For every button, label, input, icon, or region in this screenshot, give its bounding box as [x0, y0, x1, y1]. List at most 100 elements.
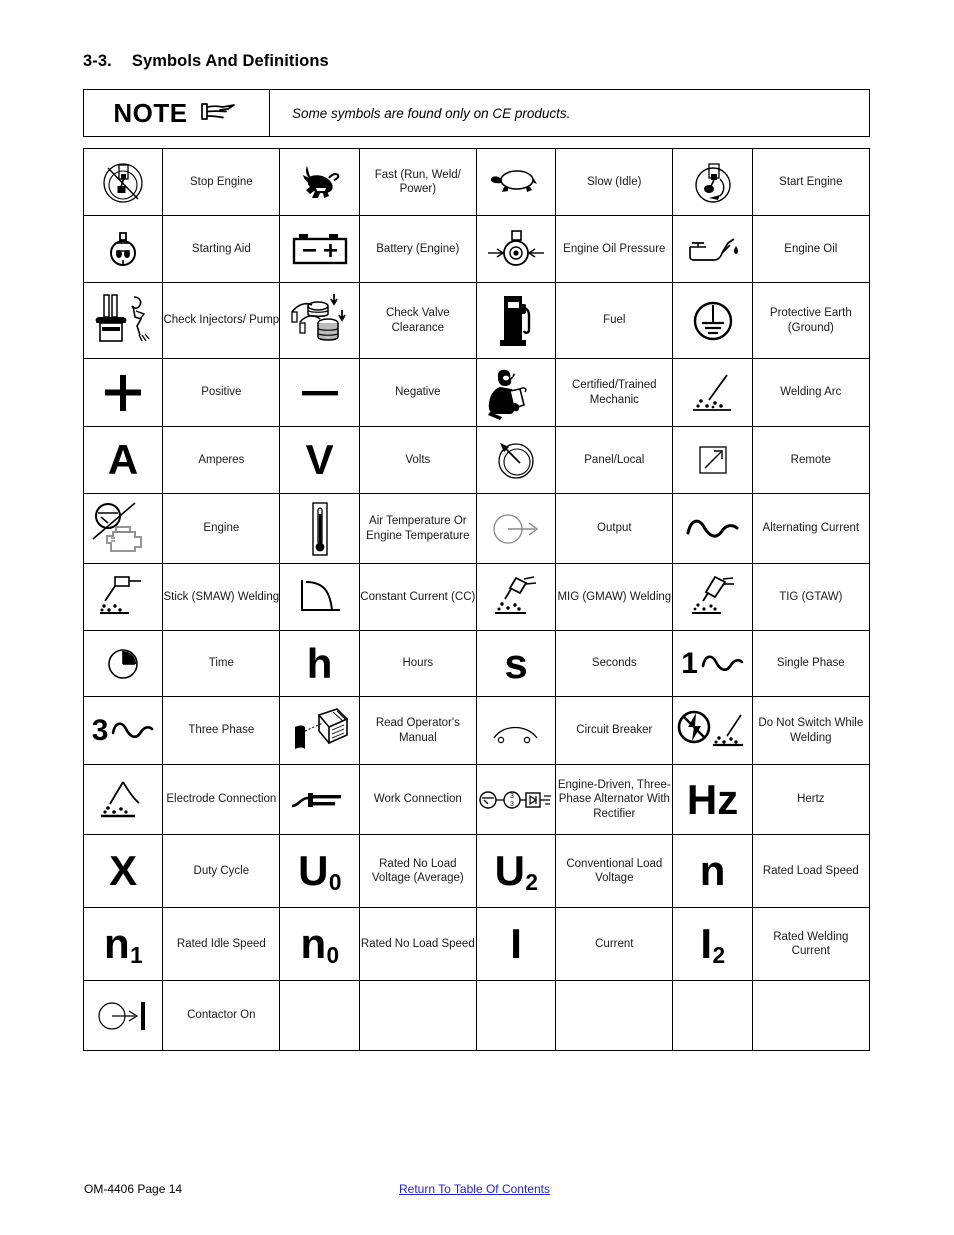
footer-page-id: OM-4406 Page 14 — [84, 1182, 183, 1196]
icon-cell — [475, 358, 557, 427]
i-two-icon: I2 — [673, 918, 751, 970]
icon-cell: n — [672, 834, 753, 908]
constant-current-curve-icon — [280, 571, 358, 623]
subscript-zero: 0 — [326, 941, 340, 968]
icon-cell — [279, 696, 360, 765]
sine-wave-icon — [701, 655, 744, 671]
icon-cell-empty — [475, 980, 557, 1051]
symbol-label: Panel/Local — [555, 426, 674, 494]
certified-mechanic-icon — [477, 365, 555, 421]
letter-v-icon: V — [280, 434, 358, 486]
symbol-label: Starting Aid — [162, 215, 281, 283]
alternating-current-sine-icon — [673, 503, 751, 555]
panel-local-dial-icon — [477, 434, 555, 486]
remote-arrow-icon — [673, 434, 751, 486]
symbol-label: Air Temperature Or Engine Temperature — [358, 493, 477, 564]
symbol-label: Engine Oil — [751, 215, 871, 283]
symbol-label: Fuel — [555, 282, 674, 359]
svg-text:3: 3 — [510, 793, 514, 800]
symbol-label: Stick (SMAW) Welding — [162, 563, 281, 631]
return-to-table-of-contents-link[interactable]: Return To Table Of Contents — [399, 1182, 550, 1196]
icon-cell: s — [475, 630, 557, 697]
symbol-label: Protective Earth (Ground) — [751, 282, 871, 359]
icon-cell — [82, 980, 164, 1051]
icon-cell — [672, 282, 753, 359]
symbol-label: Alternating Current — [751, 493, 871, 564]
symbol-label: Engine-Driven, Three-Phase Alternator Wi… — [555, 764, 674, 835]
table-row: Starting Aid Battery (Engine) Engine Oil… — [82, 215, 871, 283]
thermometer-icon — [280, 500, 358, 558]
icon-cell — [475, 215, 557, 283]
letter-x-glyph: X — [109, 847, 138, 894]
table-row: Stick (SMAW) Welding Constant Current (C… — [82, 563, 871, 631]
symbol-label: Contactor On — [162, 980, 281, 1051]
symbol-label: Seconds — [555, 630, 674, 697]
icon-cell — [82, 148, 164, 216]
icon-cell — [82, 215, 164, 283]
n-one-icon: n1 — [84, 918, 162, 970]
clock-time-icon — [84, 638, 162, 690]
letter-h-icon: h — [280, 638, 358, 690]
symbol-label: Time — [162, 630, 281, 697]
check-injectors-pump-icon — [84, 289, 162, 353]
symbol-label: Engine — [162, 493, 281, 564]
symbol-label: Circuit Breaker — [555, 696, 674, 765]
rabbit-fast-icon — [280, 156, 358, 208]
icon-cell — [475, 426, 557, 494]
symbol-label: Fast (Run, Weld/ Power) — [358, 148, 477, 216]
protective-earth-ground-icon — [673, 295, 751, 347]
battery-icon — [280, 223, 358, 275]
symbol-label: Work Connection — [358, 764, 477, 835]
letter-a-glyph: A — [107, 436, 139, 483]
symbol-label-empty — [751, 980, 871, 1051]
page-title: 3-3. Symbols And Definitions — [83, 52, 329, 71]
icon-cell-empty — [672, 980, 753, 1051]
note-word: NOTE — [113, 98, 188, 128]
stick-smaw-welding-icon — [84, 571, 162, 623]
letter-n-icon: n — [673, 845, 751, 897]
symbol-label: Single Phase — [751, 630, 871, 697]
icon-cell: n0 — [279, 907, 360, 981]
subscript-zero: 0 — [328, 868, 342, 895]
symbol-label: Constant Current (CC) — [358, 563, 477, 631]
symbol-label: Check Valve Clearance — [358, 282, 477, 359]
note-text-area: Some symbols are found only on CE produc… — [270, 90, 869, 136]
u-base-glyph: U — [494, 847, 525, 894]
letter-s-icon: s — [477, 638, 555, 690]
symbol-label: Certified/Trained Mechanic — [555, 358, 674, 427]
letter-x-icon: X — [84, 845, 162, 897]
icon-cell — [279, 215, 360, 283]
icon-cell: n1 — [82, 907, 164, 981]
icon-cell — [82, 358, 164, 427]
do-not-switch-while-welding-icon — [673, 705, 751, 757]
symbol-label: Amperes — [162, 426, 281, 494]
n-zero-icon: n0 — [280, 918, 358, 970]
symbol-label: Start Engine — [751, 148, 871, 216]
letter-n-glyph: n — [699, 847, 726, 894]
icon-cell: 3 — [82, 696, 164, 765]
document-page: 3-3. Symbols And Definitions NOTE Some sy… — [0, 0, 954, 1235]
symbol-label: Check Injectors/ Pump — [162, 282, 281, 359]
single-phase-icon: 1 — [681, 638, 744, 690]
engine-icon — [84, 501, 162, 557]
output-circle-arrow-icon — [477, 503, 555, 555]
symbol-label: Engine Oil Pressure — [555, 215, 674, 283]
icon-cell: 3 3 — [475, 764, 557, 835]
icon-cell: h — [279, 630, 360, 697]
subscript-one: 1 — [130, 941, 143, 968]
icon-cell: U0 — [279, 834, 360, 908]
table-row: Check Injectors/ Pump Check Valve Cleara… — [82, 282, 871, 359]
symbol-label: Positive — [162, 358, 281, 427]
icon-cell — [475, 148, 557, 216]
contactor-on-icon — [84, 990, 162, 1042]
symbol-label: Hertz — [751, 764, 871, 835]
section-number: 3-3. — [83, 52, 112, 70]
subscript-two: 2 — [525, 868, 538, 895]
mig-gmaw-welding-icon — [477, 571, 555, 623]
engine-oil-pressure-icon — [477, 223, 555, 275]
n-base-glyph: n — [103, 920, 130, 967]
letter-s-glyph: s — [504, 639, 528, 687]
symbol-label: Read Operator's Manual — [358, 696, 477, 765]
icon-cell — [279, 282, 360, 359]
engine-oil-can-icon — [673, 223, 751, 275]
